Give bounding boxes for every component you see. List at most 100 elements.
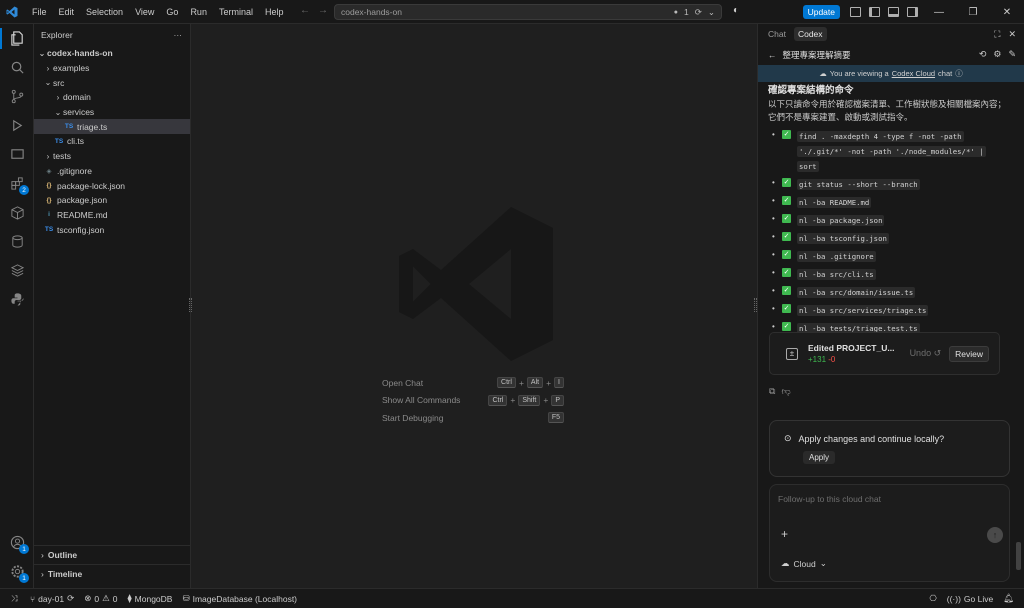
back-arrow-icon[interactable]: ← xyxy=(768,50,777,60)
settings-gear-icon[interactable]: ⚙ xyxy=(993,49,1001,60)
file-item[interactable]: TS tsconfig.json xyxy=(34,222,190,237)
remote-explorer-icon[interactable] xyxy=(0,140,34,169)
send-arrow-icon[interactable]: ↑ xyxy=(987,527,1003,543)
status-bar: ⤨ ⑂ day-01 ⟳ ⊗ 0 ⚠ 0 ⧫ MongoDB ⛁ ImageDa… xyxy=(0,588,1024,608)
back-arrow-icon[interactable]: ← xyxy=(300,5,310,16)
python-icon[interactable] xyxy=(0,285,34,314)
toggle-secondary-sidebar-icon[interactable] xyxy=(907,7,918,17)
branch-status[interactable]: ⑂ day-01 ⟳ xyxy=(30,593,74,604)
file-item[interactable]: {} package-lock.json xyxy=(34,178,190,193)
menu-selection[interactable]: Selection xyxy=(80,7,129,17)
shortcut-open-chat[interactable]: Open Chat Ctrl + Alt + I xyxy=(382,374,564,392)
command-center[interactable]: codex-hands-on ● 1 ⟳ ⌄ xyxy=(334,4,722,20)
search-icon[interactable] xyxy=(0,53,34,82)
shortcut-show-all-commands[interactable]: Show All Commands Ctrl + Shift + P xyxy=(382,392,564,410)
folder-item[interactable]: › tests xyxy=(34,149,190,164)
edited-file-name[interactable]: Edited PROJECT_U... xyxy=(808,343,894,353)
undo-button[interactable]: Undo ↺ xyxy=(910,348,942,359)
notifications-bell-icon[interactable]: 🔔︎ xyxy=(1003,593,1014,604)
explorer-title: Explorer xyxy=(41,30,73,40)
info-icon[interactable]: ⓘ xyxy=(955,68,963,79)
layout-customize-icon[interactable] xyxy=(850,7,861,17)
tree-item-label: tests xyxy=(53,151,71,162)
folder-item[interactable]: ⌄ src xyxy=(34,75,190,90)
database-icon[interactable] xyxy=(0,227,34,256)
menu-file[interactable]: File xyxy=(26,7,53,17)
menu-view[interactable]: View xyxy=(129,7,160,17)
close-window-icon[interactable]: ✕ xyxy=(990,7,1024,18)
maximize-icon[interactable]: ⛶ xyxy=(994,29,1000,40)
menu-help[interactable]: Help xyxy=(259,7,290,17)
thumbs-down-icon[interactable]: 👎︎ xyxy=(781,386,790,397)
file-item[interactable]: TS cli.ts xyxy=(34,134,190,149)
forward-arrow-icon[interactable]: → xyxy=(318,5,328,16)
close-panel-icon[interactable]: ✕ xyxy=(1008,29,1016,40)
history-icon[interactable]: ⟲ xyxy=(979,49,987,60)
cloud-banner: ☁ You are viewing a Codex Cloud chat ⓘ xyxy=(758,65,1024,82)
layers-icon[interactable] xyxy=(0,256,34,285)
chevron-down-icon[interactable]: ⌄ xyxy=(708,7,715,18)
review-button[interactable]: Review xyxy=(949,345,989,362)
toggle-panel-icon[interactable] xyxy=(888,7,899,17)
file-item[interactable]: TS triage.ts xyxy=(34,119,190,135)
cloud-icon: ☁ xyxy=(819,69,827,78)
codex-cloud-link[interactable]: Codex Cloud xyxy=(892,69,935,78)
update-button[interactable]: Update xyxy=(802,5,840,19)
mongodb-status[interactable]: ⧫ MongoDB xyxy=(127,593,172,604)
run-debug-icon[interactable] xyxy=(0,111,34,140)
problems-status[interactable]: ⊗ 0 ⚠ 0 xyxy=(84,593,117,604)
folder-item[interactable]: ⌄ services xyxy=(34,105,190,120)
timeline-section[interactable]: › Timeline xyxy=(34,564,191,583)
minimize-icon[interactable]: — xyxy=(922,7,956,18)
copy-icon[interactable]: ⧉ xyxy=(769,386,775,397)
chat-input-box[interactable]: Follow-up to this cloud chat + ↑ ☁ Cloud… xyxy=(769,484,1010,582)
message-heading: 確認專案結構的命令 xyxy=(768,85,854,95)
shortcut-start-debugging[interactable]: Start Debugging F5 xyxy=(382,409,564,427)
command-code: nl -ba src/services/triage.ts xyxy=(797,305,929,316)
bullet: • xyxy=(772,250,775,259)
file-item[interactable]: {} package.json xyxy=(34,193,190,208)
remote-indicator-icon[interactable]: ⤨ xyxy=(0,593,28,604)
command-code: nl -ba .gitignore xyxy=(797,251,876,262)
database-status[interactable]: ⛁ ImageDatabase (Localhost) xyxy=(182,593,297,604)
file-item[interactable]: i README.md xyxy=(34,208,190,223)
extensions-icon[interactable]: 2 xyxy=(0,169,34,198)
tab-chat[interactable]: Chat xyxy=(764,27,790,41)
workspace-root[interactable]: ⌄ codex-hands-on xyxy=(34,46,190,61)
menu-terminal[interactable]: Terminal xyxy=(213,7,259,17)
chat-scrollbar[interactable] xyxy=(1016,542,1021,570)
copilot-icon[interactable]: ◐ xyxy=(733,5,739,16)
check-icon: ✓ xyxy=(782,232,791,241)
file-item[interactable]: ◈ .gitignore xyxy=(34,164,190,179)
typescript-file-icon: TS xyxy=(44,226,54,234)
containers-icon[interactable] xyxy=(0,198,34,227)
toggle-sidebar-icon[interactable] xyxy=(869,7,880,17)
environment-select[interactable]: ☁ Cloud ⌄ xyxy=(781,558,827,569)
key-shift: Shift xyxy=(518,394,541,406)
new-chat-icon[interactable]: ✎ xyxy=(1008,49,1016,60)
key-f5: F5 xyxy=(547,412,564,424)
go-live-button[interactable]: ((·)) Go Live xyxy=(947,594,993,604)
menu-go[interactable]: Go xyxy=(160,7,184,17)
menu-edit[interactable]: Edit xyxy=(53,7,81,17)
apply-button[interactable]: Apply xyxy=(803,451,836,464)
explorer-icon[interactable] xyxy=(0,24,34,53)
nav-arrows: ← → xyxy=(300,5,328,16)
copilot-status-icon[interactable]: ⎔ xyxy=(929,593,936,604)
restore-icon[interactable]: ❐ xyxy=(956,7,990,18)
outline-section[interactable]: › Outline xyxy=(34,545,191,564)
account-icon[interactable]: 1 xyxy=(0,528,34,557)
folder-item[interactable]: › examples xyxy=(34,61,190,76)
folder-item[interactable]: › domain xyxy=(34,90,190,105)
menu-run[interactable]: Run xyxy=(184,7,213,17)
extensions-badge: 2 xyxy=(19,185,29,195)
edited-file-card: ± Edited PROJECT_U... +131 -0 Undo ↺ Rev… xyxy=(769,332,1000,375)
check-icon: ✓ xyxy=(782,130,791,139)
add-context-icon[interactable]: + xyxy=(781,527,788,541)
more-actions-icon[interactable]: ··· xyxy=(174,30,183,40)
source-control-icon[interactable] xyxy=(0,82,34,111)
tree-item-label: package-lock.json xyxy=(57,180,126,191)
agent-menu-icon[interactable]: ⟳ xyxy=(695,7,702,18)
manage-gear-icon[interactable]: 1 xyxy=(0,557,34,586)
tab-codex[interactable]: Codex xyxy=(793,27,827,41)
